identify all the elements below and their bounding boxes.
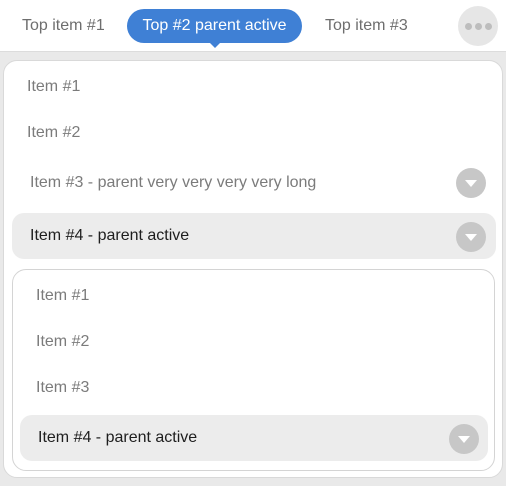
submenu-panel: Item #1 Item #2 Item #3 Item #4 - parent… <box>12 269 495 471</box>
more-horizontal-icon-dot <box>475 23 482 30</box>
submenu-item-4-label: Item #4 - parent active <box>38 429 198 446</box>
top-nav-item-2-active[interactable]: Top #2 parent active <box>127 9 302 48</box>
menu-item-4-label: Item #4 - parent active <box>30 227 190 244</box>
menu-item-3-parent[interactable]: Item #3 - parent very very very very lon… <box>30 160 450 206</box>
submenu-item-1[interactable]: Item #1 <box>36 273 476 319</box>
chevron-down-icon[interactable] <box>449 424 479 454</box>
menu-item-1[interactable]: Item #1 <box>27 64 487 110</box>
more-horizontal-icon <box>465 23 472 30</box>
chevron-down-icon[interactable] <box>456 222 486 252</box>
submenu-item-2[interactable]: Item #2 <box>36 319 476 365</box>
dropdown-menu-panel: Item #1 Item #2 Item #3 - parent very ve… <box>3 60 503 478</box>
menu-item-2[interactable]: Item #2 <box>27 110 487 156</box>
top-navigation-bar: Top item #1 Top #2 parent active Top ite… <box>0 0 506 52</box>
top-nav-item-3[interactable]: Top item #3 <box>325 9 408 43</box>
top-nav-item-1[interactable]: Top item #1 <box>22 9 105 43</box>
submenu-item-3[interactable]: Item #3 <box>36 365 476 411</box>
more-horizontal-icon-dot <box>485 23 492 30</box>
more-button[interactable] <box>458 6 498 46</box>
menu-item-4-parent-active[interactable]: Item #4 - parent active <box>12 213 496 259</box>
chevron-down-icon[interactable] <box>456 168 486 198</box>
submenu-item-4-parent-active[interactable]: Item #4 - parent active <box>20 415 488 461</box>
